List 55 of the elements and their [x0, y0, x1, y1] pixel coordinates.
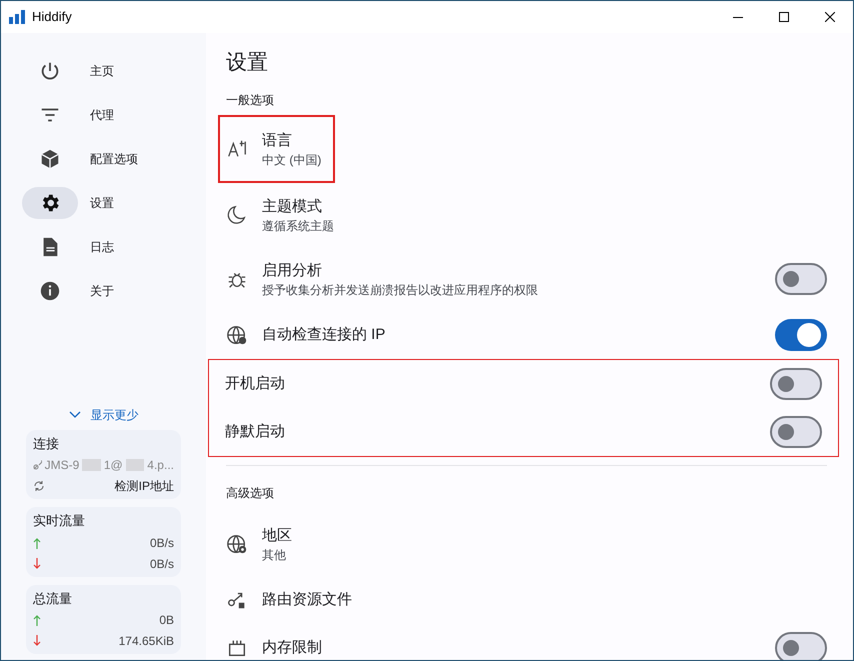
down-arrow-icon — [33, 558, 41, 570]
toggle-switch[interactable] — [770, 416, 822, 448]
setting-item[interactable]: 内存限制 — [226, 624, 827, 660]
card-title: 连接 — [33, 434, 60, 452]
nav-item[interactable]: 日志 — [22, 229, 206, 265]
app-logo-icon — [9, 10, 26, 24]
maximize-icon — [779, 12, 789, 22]
section-header: 一般选项 — [226, 92, 275, 108]
check-ip-link[interactable]: 检测IP地址 — [114, 477, 174, 495]
traffic-value: 0B/s — [150, 556, 174, 572]
toggle-switch[interactable] — [775, 262, 827, 294]
toggle-switch[interactable] — [770, 368, 822, 400]
window-title: Hiddify — [32, 8, 72, 26]
traffic-value: 174.65KiB — [118, 633, 174, 650]
down-arrow-icon — [33, 635, 41, 647]
up-arrow-icon — [33, 536, 41, 548]
globe-icon — [226, 324, 248, 346]
refresh-icon — [33, 480, 45, 492]
close-icon — [825, 12, 835, 22]
connection-name-text: JMS-9 — [44, 457, 80, 474]
setting-item[interactable]: 主题模式 遵循系统主题 — [226, 182, 827, 246]
redaction-blur — [82, 459, 101, 471]
connection-name-text: 1@ — [104, 457, 123, 474]
nav-item[interactable]: 代理 — [22, 97, 206, 133]
connection-name-text: 4.p... — [147, 457, 174, 474]
setting-item[interactable]: 自动检查连接的 IP — [226, 310, 827, 358]
info-icon — [39, 280, 61, 302]
redaction-blur — [126, 459, 144, 471]
nav-item[interactable]: 设置 — [22, 185, 206, 221]
setting-item[interactable]: 语言 中文 (中国) — [226, 116, 328, 180]
setting-item[interactable]: 开机启动 — [225, 360, 822, 408]
toggle-switch[interactable] — [775, 632, 827, 660]
box-icon — [39, 148, 61, 170]
traffic-value: 0B — [159, 612, 174, 629]
setting-item[interactable]: 路由资源文件 — [226, 576, 827, 624]
show-less-button[interactable]: 显示更少 — [68, 406, 138, 424]
minimize-icon — [733, 16, 743, 18]
nav-item[interactable]: 主页 — [22, 53, 206, 89]
nav-item[interactable]: 配置选项 — [22, 141, 206, 177]
card-title: 总流量 — [33, 590, 73, 608]
link-icon — [33, 460, 42, 470]
toggle-switch[interactable] — [775, 318, 827, 350]
page-title: 设置 — [226, 50, 269, 76]
globe-pin-icon — [226, 532, 248, 554]
setting-item[interactable]: 地区 其他 — [226, 512, 827, 576]
card-title: 实时流量 — [33, 512, 86, 530]
setting-item[interactable]: 静默启动 — [225, 408, 822, 456]
moon-icon — [226, 204, 248, 226]
traffic-value: 0B/s — [150, 534, 174, 552]
section-header: 高级选项 — [226, 484, 275, 502]
setting-item[interactable]: 启用分析 授予收集分析并发送崩溃报告以改进应用程序的权限 — [226, 246, 827, 310]
up-arrow-icon — [33, 614, 41, 626]
power-icon — [39, 60, 61, 82]
chevron-down-icon — [68, 411, 80, 418]
nav-item[interactable]: 关于 — [22, 273, 206, 309]
